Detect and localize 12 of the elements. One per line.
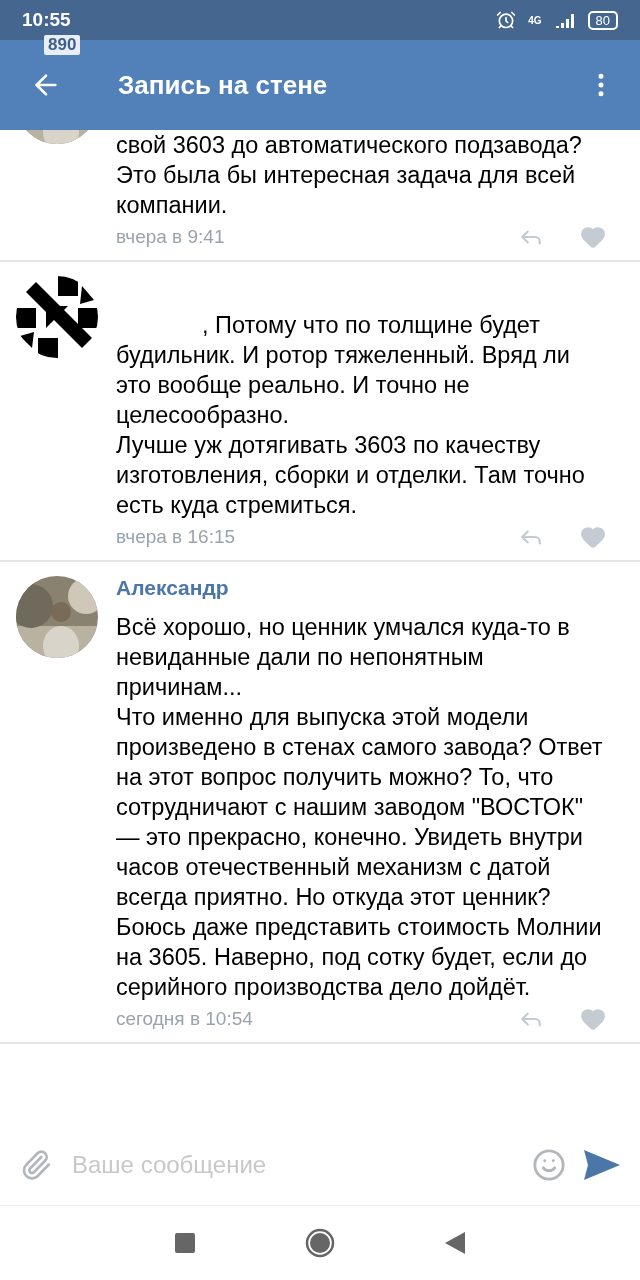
- battery-icon: 80: [587, 10, 618, 30]
- clock: 10:55: [22, 9, 71, 31]
- comment-time: вчера в 16:15: [116, 526, 237, 548]
- page-title: Запись на стене: [118, 69, 329, 101]
- comment-time: сегодня в 10:54: [116, 1008, 254, 1030]
- author-name[interactable]: Александр: [116, 576, 606, 600]
- comment-text: Всё хорошо, но ценник умчался куда-то в невиданные дали по непонятным причинам... Что именно для выпуска этой модели произведено в стенах самого завода? Ответ на этот вопрос получить можно? То, что сотрудничают с нашим заводом "ВОСТОК" — это прекрасно, конечно. Увидеть внутри часов отечественный механизм с датой всегда приятно. Но откуда этот ценник? Боюсь даже представить стоимость Молнии на 3605. Наверно, под сотку будет, если до серийного производства дело дойдёт.: [116, 613, 604, 1002]
- comment-text: свой 3603 до автоматического подзавода? Это была бы интересная задача для всей компании.: [116, 131, 583, 220]
- network-label: 4G: [528, 14, 542, 26]
- count-badge: 890: [44, 35, 81, 55]
- comment-time: вчера в 9:41: [116, 226, 226, 248]
- comment-text: , Потому что по толщине будет будильник. И ротор тяжеленный. Вряд ли это вообще реально. И точно не целесообразно. Лучше уж дотягивать 3603 по качеству изготовления, сборки и отделки. Там точно есть куда стремиться.: [116, 311, 586, 520]
